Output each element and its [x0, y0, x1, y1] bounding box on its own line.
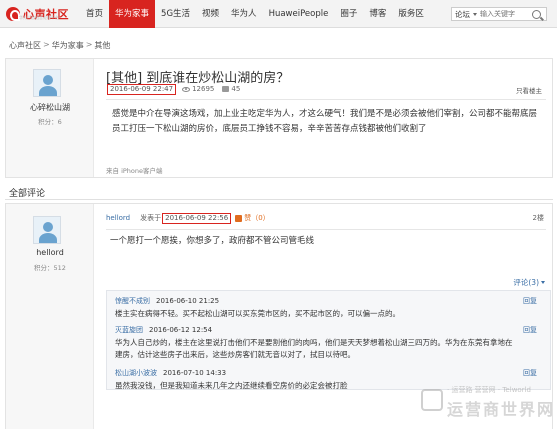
- reply-author-link[interactable]: hellord: [106, 214, 130, 222]
- sub-comment-text: 楼主实在病得不轻。买不起松山湖可以买东莞市区的，买不起市区的，可以偏一点的。: [115, 309, 400, 318]
- sub-comment: 灭蓝旋团 2016-06-12 12:54 华为人自己炒的，楼主在这里说打击他们不…: [115, 325, 543, 361]
- reply-meta: hellord 发表于 2016-06-09 22:56 赞（0）: [106, 212, 270, 224]
- watermark-top-text: · 运营路 营营网 · Telworld: [447, 386, 531, 394]
- thumbs-up-icon[interactable]: [235, 214, 243, 222]
- chevron-down-icon[interactable]: [473, 12, 477, 16]
- sub-comments-list: 惊醒不成别 2016-06-10 21:25 楼主实在病得不轻。买不起松山湖可以买…: [106, 290, 551, 390]
- sub-comment-reply-button[interactable]: 回复: [523, 368, 537, 378]
- logo-icon: [6, 7, 20, 21]
- sub-comment-time: 2016-06-10 21:25: [156, 297, 220, 305]
- nav-item-home[interactable]: 首页: [80, 0, 109, 28]
- breadcrumb-item-category[interactable]: 其他: [94, 40, 110, 51]
- bull-head-icon: [421, 389, 443, 411]
- nav-item-blog[interactable]: 博客: [363, 0, 392, 28]
- sub-comment-reply-button[interactable]: 回复: [523, 325, 537, 335]
- nav-item-circles[interactable]: 圈子: [334, 0, 363, 28]
- logo-subtitle: 华为人自由言论的平台: [19, 15, 59, 20]
- nav-item-huawei-affairs[interactable]: 华为家事: [109, 0, 156, 28]
- post-author-name[interactable]: 心碎松山湖: [6, 102, 94, 113]
- divider: [106, 229, 546, 230]
- reply-author-name[interactable]: hellord: [6, 248, 94, 257]
- like-button[interactable]: 赞（0）: [244, 213, 269, 223]
- post-author-score: 积分：6: [38, 118, 62, 126]
- top-navigation-bar: 心声社区 华为人自由言论的平台 首页 华为家事 5G生活 视频 华为人 Huaw…: [0, 0, 557, 28]
- post-body: 感觉是中介在导演这场戏，加上业主吃定华为人，才这么硬气！我们是不是必须会被他们宰…: [112, 109, 538, 134]
- floor-number: 2楼: [532, 214, 544, 222]
- search-input[interactable]: [480, 10, 530, 18]
- nav-item-huawei-people[interactable]: HuaweiPeople: [263, 0, 335, 28]
- post-source: 来自 iPhone客户端: [106, 167, 163, 175]
- avatar[interactable]: [33, 69, 61, 97]
- watermark: · 运营路 营营网 · Telworld 运营商世界网: [421, 385, 553, 423]
- main-post: 心碎松山湖 积分：6 [其他] 到底谁在炒松山湖的房？ 2016-06-09 2…: [5, 58, 553, 178]
- divider: [5, 199, 553, 200]
- sub-comment-time: 2016-07-10 14:33: [163, 369, 227, 377]
- reply-timestamp: 2016-06-09 22:56: [162, 212, 232, 224]
- avatar[interactable]: [33, 216, 61, 244]
- search-icon[interactable]: [532, 9, 541, 19]
- posted-label: 发表于: [140, 214, 162, 222]
- main-nav: 首页 华为家事 5G生活 视频 华为人 HuaweiPeople 圈子 博客 版…: [80, 0, 430, 28]
- nav-item-5g-life[interactable]: 5G生活: [155, 0, 196, 28]
- divider: [106, 99, 546, 100]
- only-author-link[interactable]: 只看楼主: [516, 85, 542, 95]
- eye-icon: [182, 86, 191, 92]
- nav-item-moderation[interactable]: 版务区: [392, 0, 430, 28]
- chevron-down-icon: [541, 281, 545, 284]
- comment-icon: [222, 86, 230, 92]
- post-author-panel: 心碎松山湖 积分：6: [6, 59, 94, 177]
- reply-author-score: 积分：512: [34, 264, 66, 272]
- comments-toggle-label: 评论(3): [513, 278, 539, 287]
- view-count: 12695: [192, 85, 215, 93]
- sub-comment-text: 华为人自己炒的，楼主在这里说打击他们不是要割他们的肉吗，他们是天天梦想着松山湖三…: [115, 338, 513, 359]
- watermark-big-text: 运营商世界网: [447, 400, 556, 419]
- reply-body: 一个愿打一个愿挨，你想多了，政府都不管公司管毛线: [110, 236, 315, 246]
- sub-comment-reply-button[interactable]: 回复: [523, 296, 537, 306]
- breadcrumb-separator: >: [85, 40, 93, 49]
- sub-comment: 惊醒不成别 2016-06-10 21:25 楼主实在病得不轻。买不起松山湖可以买…: [115, 296, 543, 320]
- nav-item-video[interactable]: 视频: [196, 0, 225, 28]
- sub-comment-user[interactable]: 松山湖小波波: [115, 369, 157, 377]
- all-comments-heading: 全部评论: [9, 189, 46, 199]
- sub-comment-user[interactable]: 惊醒不成别: [115, 297, 150, 305]
- sub-comment-user[interactable]: 灭蓝旋团: [115, 326, 143, 334]
- breadcrumb-item-section[interactable]: 华为家事: [52, 40, 84, 51]
- post-timestamp: 2016-06-09 22:47: [107, 83, 177, 95]
- nav-item-huawei-people-cn[interactable]: 华为人: [225, 0, 263, 28]
- breadcrumb: 心声社区 > 华为家事 > 其他: [9, 40, 110, 51]
- breadcrumb-separator: >: [43, 40, 50, 49]
- search-scope-select[interactable]: 论坛: [452, 9, 473, 20]
- post-meta: 2016-06-09 22:47 12695 45: [107, 83, 240, 95]
- reply-author-panel: hellord 积分：512: [6, 204, 94, 429]
- sub-comment-time: 2016-06-12 12:54: [149, 326, 213, 334]
- comment-count: 45: [231, 85, 241, 93]
- comments-toggle[interactable]: 评论(3): [513, 277, 545, 288]
- search-box: 论坛: [451, 7, 547, 21]
- breadcrumb-item-home[interactable]: 心声社区: [9, 40, 41, 51]
